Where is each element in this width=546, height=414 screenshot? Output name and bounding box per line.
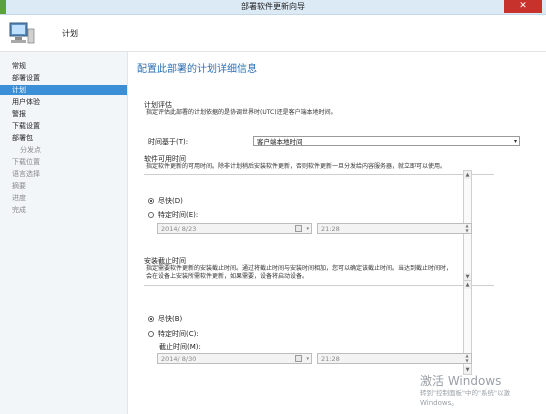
available-date-value: 2014/ 8/23	[161, 225, 197, 233]
deadline-time-label: 截止时间(M):	[159, 343, 201, 351]
window-title: 部署软件更新向导	[241, 2, 305, 11]
sidebar-item-user-experience[interactable]: 用户体验	[12, 97, 40, 107]
deadline-time-value: 21:28	[321, 355, 340, 363]
step-title: 计划	[62, 29, 78, 38]
deadline-time-field[interactable]: 21:28 ▲ ▼	[317, 353, 472, 364]
sidebar-item-deployment-settings[interactable]: 部署设置	[12, 73, 40, 83]
calendar-icon[interactable]	[295, 225, 302, 232]
deadline-separator	[144, 285, 494, 286]
sidebar-item-completion: 完成	[12, 206, 26, 214]
main-panel: 配置此部署的计划详细信息 计划评估 指定评估此部署的计划依据的是协调世界时(UT…	[128, 52, 546, 414]
deadline-specific-radio[interactable]: 特定时间(C):	[148, 329, 199, 339]
available-asap-label: 尽快(D)	[158, 197, 183, 205]
deadline-date-value: 2014/ 8/30	[161, 355, 197, 363]
sidebar-item-language-selection: 语言选择	[12, 170, 40, 178]
sidebar-item-deployment-package[interactable]: 部署包	[12, 133, 33, 143]
wizard-steps-sidebar: 常规 部署设置 计划 用户体验 警报 下载设置 部署包 分发点 下载位置 语言选…	[0, 52, 128, 414]
time-based-value: 客户端本地时间	[257, 138, 303, 146]
radio-selected-icon	[148, 198, 154, 204]
activation-watermark-line: 转到"控制面板"中的"系统"以激	[420, 389, 510, 397]
title-bar: 部署软件更新向导 ✕	[0, 0, 546, 15]
available-time-value: 21:28	[321, 225, 340, 233]
sidebar-item-summary: 摘要	[12, 182, 26, 190]
sidebar-item-distribution-points: 分发点	[20, 146, 41, 154]
radio-unselected-icon	[148, 331, 154, 337]
time-spinner-icon[interactable]: ▲ ▼	[464, 223, 470, 233]
chevron-down-icon[interactable]: ▾	[306, 224, 309, 234]
deadline-specific-label: 特定时间(C):	[158, 330, 199, 338]
scroll-up-icon[interactable]: ▲	[464, 171, 471, 179]
time-spinner-icon[interactable]: ▲ ▼	[464, 353, 470, 363]
wizard-header: 计划	[0, 15, 546, 52]
close-button[interactable]: ✕	[504, 0, 542, 13]
sidebar-item-general[interactable]: 常规	[12, 61, 26, 71]
sidebar-item-schedule[interactable]: 计划	[0, 85, 127, 95]
sidebar-item-alerts[interactable]: 警报	[12, 109, 26, 119]
available-time-field[interactable]: 21:28 ▲ ▼	[317, 223, 472, 234]
available-specific-label: 特定时间(E):	[158, 211, 199, 219]
deadline-description-line2: 会在设备上安装所需软件更新，如果需要，设备将启动设备。	[146, 273, 309, 280]
evaluation-description: 指定评估此部署的计划依据的是协调世界时(UTC)还是客户端本地时间。	[146, 109, 337, 116]
calendar-icon[interactable]	[295, 355, 302, 362]
radio-selected-icon	[148, 316, 154, 322]
chevron-down-icon[interactable]: ▾	[306, 354, 309, 364]
deadline-asap-label: 尽快(B)	[158, 315, 183, 323]
deadline-description-line1: 指定需要软件更新的安装截止时间。通过将截止时间与安装时间相加，您可以确定该截止时…	[146, 265, 453, 272]
computer-wizard-icon	[9, 22, 35, 44]
chevron-down-icon: ▾	[513, 138, 517, 145]
sidebar-item-download-settings[interactable]: 下载设置	[12, 121, 40, 131]
available-asap-radio[interactable]: 尽快(D)	[148, 196, 183, 206]
scroll-up-icon[interactable]: ▲	[464, 281, 471, 289]
available-separator	[144, 174, 494, 175]
sidebar-item-download-location: 下载位置	[12, 158, 40, 166]
time-based-label: 时间基于(T):	[148, 138, 189, 146]
time-based-select[interactable]: 客户端本地时间 ▾	[253, 136, 520, 146]
radio-unselected-icon	[148, 212, 154, 218]
activation-watermark-line: Windows。	[420, 399, 459, 407]
page-heading: 配置此部署的计划详细信息	[137, 64, 257, 75]
deadline-date-field[interactable]: 2014/ 8/30 ▾	[157, 353, 312, 364]
available-specific-radio[interactable]: 特定时间(E):	[148, 210, 198, 220]
deadline-asap-radio[interactable]: 尽快(B)	[148, 314, 182, 324]
available-description: 指定软件更新的可用时间。除非计划稍后安装软件更新，否则软件更新一旦分发给内容服务…	[146, 163, 447, 170]
available-date-field[interactable]: 2014/ 8/23 ▾	[157, 223, 312, 234]
sidebar-item-progress: 进度	[12, 194, 26, 202]
